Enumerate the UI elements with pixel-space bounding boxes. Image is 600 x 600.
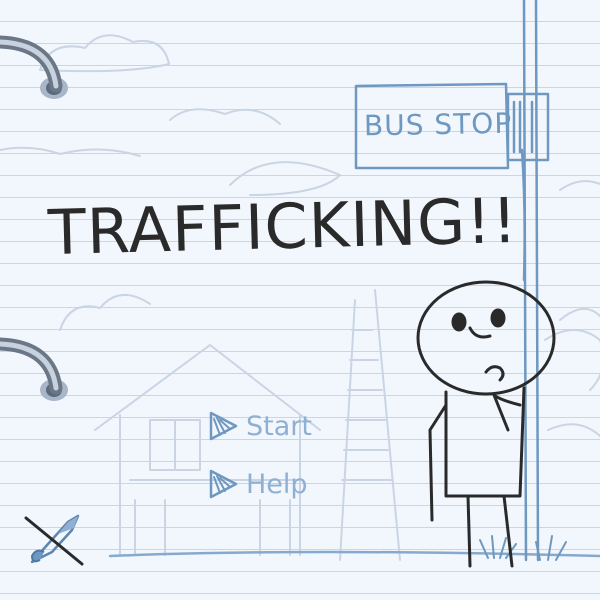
start-button[interactable]: Start xyxy=(206,404,346,448)
play-arrow-icon xyxy=(209,411,238,441)
sound-muted-icon xyxy=(24,514,84,566)
sound-toggle-button[interactable] xyxy=(22,504,86,568)
help-button[interactable]: Help xyxy=(206,462,346,506)
start-label: Start xyxy=(246,410,312,442)
help-label: Help xyxy=(246,468,308,500)
play-arrow-icon xyxy=(209,469,238,499)
title-screen: BUS STOP TRAFFICKING!! Start Help xyxy=(0,0,600,600)
game-title: TRAFFICKING!! xyxy=(47,183,519,270)
main-menu: Start Help xyxy=(206,404,346,520)
